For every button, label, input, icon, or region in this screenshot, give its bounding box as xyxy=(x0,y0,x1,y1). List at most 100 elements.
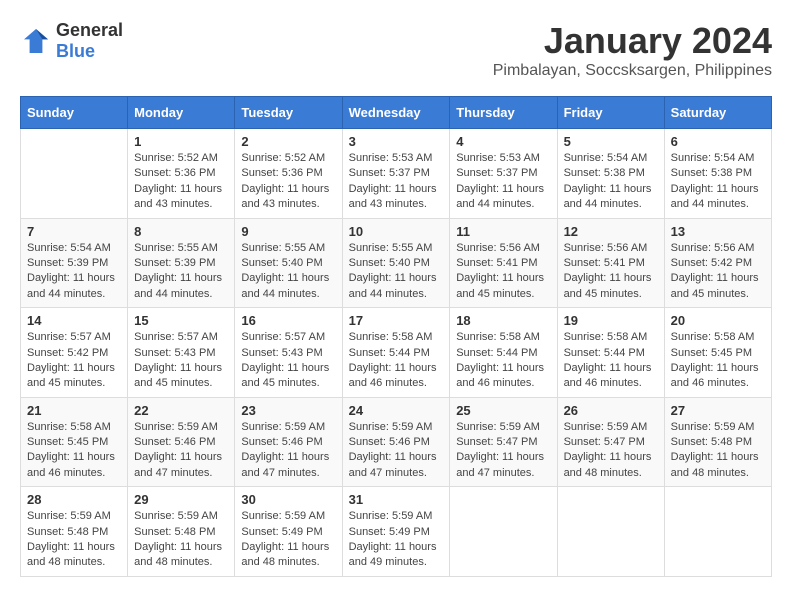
day-info: Sunrise: 5:59 AMSunset: 5:48 PMDaylight:… xyxy=(134,509,228,571)
day-info: Sunrise: 5:59 AMSunset: 5:46 PMDaylight:… xyxy=(349,420,444,482)
day-number: 28 xyxy=(27,492,121,507)
day-number: 22 xyxy=(134,403,228,418)
day-number: 1 xyxy=(134,134,228,149)
calendar-cell: 24 Sunrise: 5:59 AMSunset: 5:46 PMDayligh… xyxy=(342,397,450,487)
calendar-week-4: 21Sunrise: 5:58 AMSunset: 5:45 PMDayligh… xyxy=(21,397,772,487)
day-number: 26 xyxy=(564,403,658,418)
calendar-cell: 26 Sunrise: 5:59 AMSunset: 5:47 PMDayligh… xyxy=(557,397,664,487)
calendar-cell xyxy=(664,487,771,577)
day-number: 29 xyxy=(134,492,228,507)
day-info: Sunrise: 5:55 AMSunset: 5:40 PMDaylight:… xyxy=(349,241,444,303)
day-info: Sunrise: 5:54 AMSunset: 5:38 PMDaylight:… xyxy=(564,151,658,213)
calendar-cell: 12 Sunrise: 5:56 AMSunset: 5:41 PMDayligh… xyxy=(557,218,664,308)
day-info: Sunrise: 5:58 AMSunset: 5:44 PMDaylight:… xyxy=(564,330,658,392)
calendar-cell xyxy=(450,487,557,577)
day-number: 2 xyxy=(241,134,335,149)
day-info: Sunrise: 5:58 AMSunset: 5:44 PMDaylight:… xyxy=(349,330,444,392)
calendar-week-3: 14Sunrise: 5:57 AMSunset: 5:42 PMDayligh… xyxy=(21,308,772,398)
calendar-cell: 29 Sunrise: 5:59 AMSunset: 5:48 PMDayligh… xyxy=(128,487,235,577)
day-number: 8 xyxy=(134,224,228,239)
day-info: Sunrise: 5:55 AMSunset: 5:40 PMDaylight:… xyxy=(241,241,335,303)
column-header-wednesday: Wednesday xyxy=(342,97,450,129)
calendar-cell: 10 Sunrise: 5:55 AMSunset: 5:40 PMDayligh… xyxy=(342,218,450,308)
calendar-cell: 27 Sunrise: 5:59 AMSunset: 5:48 PMDayligh… xyxy=(664,397,771,487)
day-info: Sunrise: 5:56 AMSunset: 5:42 PMDaylight:… xyxy=(671,241,765,303)
header: General Blue January 2024 Pimbalayan, So… xyxy=(20,20,772,80)
calendar-cell: 7Sunrise: 5:54 AMSunset: 5:39 PMDaylight… xyxy=(21,218,128,308)
calendar-cell: 3 Sunrise: 5:53 AMSunset: 5:37 PMDaylight… xyxy=(342,129,450,219)
day-info: Sunrise: 5:54 AMSunset: 5:39 PMDaylight:… xyxy=(27,241,121,303)
day-info: Sunrise: 5:59 AMSunset: 5:46 PMDaylight:… xyxy=(134,420,228,482)
day-info: Sunrise: 5:59 AMSunset: 5:48 PMDaylight:… xyxy=(27,509,121,571)
column-header-thursday: Thursday xyxy=(450,97,557,129)
column-header-monday: Monday xyxy=(128,97,235,129)
calendar-cell: 13Sunrise: 5:56 AMSunset: 5:42 PMDayligh… xyxy=(664,218,771,308)
day-number: 10 xyxy=(349,224,444,239)
logo-general: General xyxy=(56,20,123,40)
calendar-cell: 14Sunrise: 5:57 AMSunset: 5:42 PMDayligh… xyxy=(21,308,128,398)
day-number: 27 xyxy=(671,403,765,418)
day-number: 3 xyxy=(349,134,444,149)
day-number: 5 xyxy=(564,134,658,149)
calendar-cell: 31 Sunrise: 5:59 AMSunset: 5:49 PMDayligh… xyxy=(342,487,450,577)
day-info: Sunrise: 5:58 AMSunset: 5:44 PMDaylight:… xyxy=(456,330,550,392)
calendar-cell: 2 Sunrise: 5:52 AMSunset: 5:36 PMDaylight… xyxy=(235,129,342,219)
day-number: 17 xyxy=(349,313,444,328)
calendar-week-2: 7Sunrise: 5:54 AMSunset: 5:39 PMDaylight… xyxy=(21,218,772,308)
column-header-tuesday: Tuesday xyxy=(235,97,342,129)
day-info: Sunrise: 5:59 AMSunset: 5:46 PMDaylight:… xyxy=(241,420,335,482)
day-info: Sunrise: 5:54 AMSunset: 5:38 PMDaylight:… xyxy=(671,151,765,213)
day-info: Sunrise: 5:59 AMSunset: 5:47 PMDaylight:… xyxy=(564,420,658,482)
calendar-cell: 20Sunrise: 5:58 AMSunset: 5:45 PMDayligh… xyxy=(664,308,771,398)
day-number: 25 xyxy=(456,403,550,418)
calendar-cell: 6 Sunrise: 5:54 AMSunset: 5:38 PMDaylight… xyxy=(664,129,771,219)
calendar-cell xyxy=(21,129,128,219)
day-info: Sunrise: 5:57 AMSunset: 5:43 PMDaylight:… xyxy=(134,330,228,392)
day-number: 6 xyxy=(671,134,765,149)
calendar-cell: 9Sunrise: 5:55 AMSunset: 5:40 PMDaylight… xyxy=(235,218,342,308)
day-number: 31 xyxy=(349,492,444,507)
logo-icon xyxy=(20,25,52,57)
day-number: 21 xyxy=(27,403,121,418)
month-title: January 2024 xyxy=(493,20,772,62)
location-title: Pimbalayan, Soccsksargen, Philippines xyxy=(493,62,772,80)
calendar-cell: 28 Sunrise: 5:59 AMSunset: 5:48 PMDayligh… xyxy=(21,487,128,577)
day-number: 23 xyxy=(241,403,335,418)
calendar-cell: 17 Sunrise: 5:58 AMSunset: 5:44 PMDayligh… xyxy=(342,308,450,398)
calendar-week-1: 1 Sunrise: 5:52 AMSunset: 5:36 PMDaylight… xyxy=(21,129,772,219)
calendar-cell: 25 Sunrise: 5:59 AMSunset: 5:47 PMDayligh… xyxy=(450,397,557,487)
calendar-cell: 11 Sunrise: 5:56 AMSunset: 5:41 PMDayligh… xyxy=(450,218,557,308)
calendar-cell: 4 Sunrise: 5:53 AMSunset: 5:37 PMDaylight… xyxy=(450,129,557,219)
calendar-cell: 23 Sunrise: 5:59 AMSunset: 5:46 PMDayligh… xyxy=(235,397,342,487)
calendar-cell: 21Sunrise: 5:58 AMSunset: 5:45 PMDayligh… xyxy=(21,397,128,487)
logo-text: General Blue xyxy=(56,20,123,62)
day-info: Sunrise: 5:59 AMSunset: 5:49 PMDaylight:… xyxy=(241,509,335,571)
calendar-cell: 1Sunrise: 5:52 AMSunset: 5:36 PMDaylight… xyxy=(128,129,235,219)
day-info: Sunrise: 5:59 AMSunset: 5:49 PMDaylight:… xyxy=(349,509,444,571)
day-info: Sunrise: 5:58 AMSunset: 5:45 PMDaylight:… xyxy=(671,330,765,392)
column-header-sunday: Sunday xyxy=(21,97,128,129)
calendar-week-5: 28 Sunrise: 5:59 AMSunset: 5:48 PMDayligh… xyxy=(21,487,772,577)
logo-blue: Blue xyxy=(56,41,95,61)
day-number: 11 xyxy=(456,224,550,239)
day-info: Sunrise: 5:57 AMSunset: 5:43 PMDaylight:… xyxy=(241,330,335,392)
day-info: Sunrise: 5:55 AMSunset: 5:39 PMDaylight:… xyxy=(134,241,228,303)
calendar-cell: 15 Sunrise: 5:57 AMSunset: 5:43 PMDayligh… xyxy=(128,308,235,398)
day-info: Sunrise: 5:53 AMSunset: 5:37 PMDaylight:… xyxy=(456,151,550,213)
day-info: Sunrise: 5:56 AMSunset: 5:41 PMDaylight:… xyxy=(564,241,658,303)
calendar-header-row: SundayMondayTuesdayWednesdayThursdayFrid… xyxy=(21,97,772,129)
day-info: Sunrise: 5:59 AMSunset: 5:47 PMDaylight:… xyxy=(456,420,550,482)
day-number: 15 xyxy=(134,313,228,328)
column-header-friday: Friday xyxy=(557,97,664,129)
day-info: Sunrise: 5:52 AMSunset: 5:36 PMDaylight:… xyxy=(241,151,335,213)
calendar-cell xyxy=(557,487,664,577)
day-number: 14 xyxy=(27,313,121,328)
day-number: 16 xyxy=(241,313,335,328)
day-info: Sunrise: 5:53 AMSunset: 5:37 PMDaylight:… xyxy=(349,151,444,213)
day-number: 19 xyxy=(564,313,658,328)
day-number: 4 xyxy=(456,134,550,149)
day-number: 24 xyxy=(349,403,444,418)
day-info: Sunrise: 5:56 AMSunset: 5:41 PMDaylight:… xyxy=(456,241,550,303)
day-number: 12 xyxy=(564,224,658,239)
day-info: Sunrise: 5:59 AMSunset: 5:48 PMDaylight:… xyxy=(671,420,765,482)
